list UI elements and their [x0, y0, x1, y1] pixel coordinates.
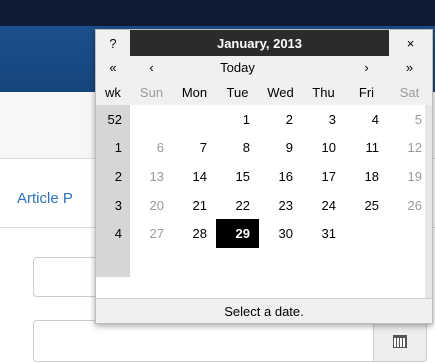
calendar-popup: ? January, 2013 × « ‹ Today › » wk Sun M… — [95, 29, 433, 324]
week-row: 3 20 21 22 23 24 25 26 — [96, 190, 432, 220]
close-button[interactable]: × — [389, 30, 432, 56]
weekday-header-thu: Thu — [312, 84, 335, 100]
day-cell[interactable]: 30 — [259, 219, 302, 248]
day-cell — [130, 105, 173, 134]
day-cell[interactable]: 14 — [173, 162, 216, 191]
day-cell[interactable]: 6 — [130, 134, 173, 163]
day-cell — [345, 219, 388, 248]
day-cell[interactable]: 7 — [173, 134, 216, 163]
weekday-header-mon: Mon — [181, 84, 208, 100]
day-cell[interactable]: 25 — [345, 191, 388, 220]
selected-day-cell[interactable]: 29 — [216, 219, 259, 248]
weekday-header-wed: Wed — [267, 84, 294, 100]
day-cell[interactable]: 3 — [302, 105, 345, 134]
day-cell[interactable]: 15 — [216, 162, 259, 191]
week-number: 2 — [96, 162, 130, 191]
calendar-grid: 52 1 2 3 4 5 1 6 7 8 9 10 11 12 2 13 14 … — [96, 105, 432, 277]
day-cell[interactable]: 11 — [345, 134, 388, 163]
day-cell[interactable]: 1 — [216, 105, 259, 134]
top-bar — [0, 0, 435, 26]
week-number: 52 — [96, 105, 130, 134]
day-cell[interactable]: 2 — [259, 105, 302, 134]
calendar-title-row: ? January, 2013 × — [96, 30, 432, 56]
weekday-header-fri: Fri — [358, 84, 375, 100]
date-input[interactable] — [33, 320, 374, 362]
day-cell[interactable]: 31 — [302, 219, 345, 248]
prev-month-button[interactable]: ‹ — [130, 56, 173, 79]
article-link[interactable]: Article P — [17, 190, 73, 207]
day-cell — [173, 105, 216, 134]
weekday-header-row: wk Sun Mon Tue Wed Thu Fri Sat — [96, 79, 432, 105]
prev-year-button[interactable]: « — [96, 56, 130, 79]
week-number: 1 — [96, 133, 130, 163]
weekday-header-sun: Sun — [139, 84, 164, 100]
day-cell[interactable]: 17 — [302, 162, 345, 191]
weekday-header-tue: Tue — [226, 84, 249, 100]
calendar-button[interactable] — [373, 320, 427, 362]
day-cell[interactable]: 27 — [130, 219, 173, 248]
day-cell[interactable]: 4 — [345, 105, 388, 134]
week-row: 52 1 2 3 4 5 — [96, 105, 432, 134]
day-cell[interactable]: 18 — [345, 162, 388, 191]
day-cell[interactable]: 23 — [259, 191, 302, 220]
calendar-title[interactable]: January, 2013 — [130, 30, 389, 56]
week-row: 1 6 7 8 9 10 11 12 — [96, 133, 432, 163]
week-number-header: wk — [105, 84, 121, 100]
day-cell[interactable]: 9 — [259, 134, 302, 163]
day-cell[interactable]: 21 — [173, 191, 216, 220]
day-cell[interactable]: 28 — [173, 219, 216, 248]
calendar-nav-row: « ‹ Today › » — [96, 56, 432, 79]
next-year-button[interactable]: » — [388, 56, 431, 79]
next-month-button[interactable]: › — [345, 56, 388, 79]
day-cell[interactable]: 24 — [302, 191, 345, 220]
day-cell[interactable]: 8 — [216, 134, 259, 163]
day-cell[interactable]: 10 — [302, 134, 345, 163]
day-cell[interactable]: 16 — [259, 162, 302, 191]
week-row: 4 27 28 29 30 31 — [96, 219, 432, 248]
week-number: 3 — [96, 190, 130, 220]
weekday-header-sat: Sat — [399, 84, 420, 100]
calendar-icon — [393, 334, 407, 348]
help-button[interactable]: ? — [96, 30, 130, 56]
week-row: 2 13 14 15 16 17 18 19 — [96, 162, 432, 191]
calendar-footer: Select a date. — [96, 298, 432, 323]
day-cell[interactable]: 13 — [130, 162, 173, 191]
scrollbar[interactable] — [425, 105, 432, 298]
day-cell[interactable]: 22 — [216, 191, 259, 220]
week-number: 4 — [96, 219, 130, 248]
day-cell[interactable]: 20 — [130, 191, 173, 220]
today-button[interactable]: Today — [173, 56, 302, 79]
